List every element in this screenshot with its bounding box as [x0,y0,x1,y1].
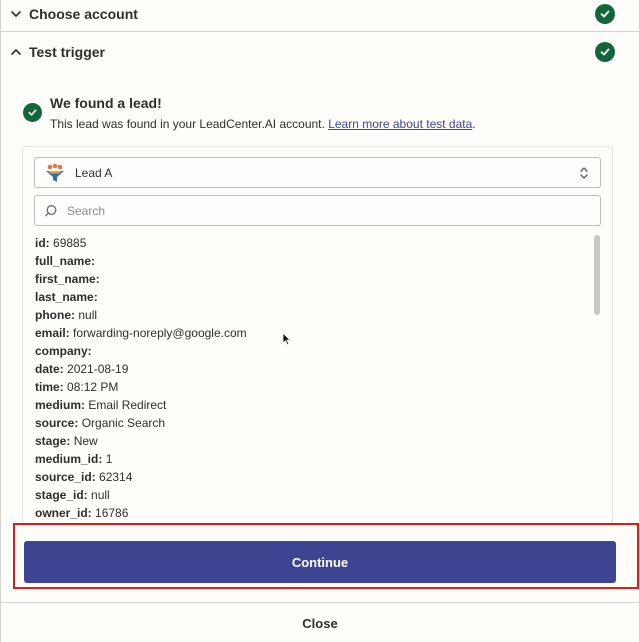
continue-button[interactable]: Continue [24,541,616,583]
field-value: 62314 [99,470,133,484]
continue-highlight: Continue [13,523,639,589]
field-value: Organic Search [81,416,166,430]
continue-label: Continue [291,554,349,570]
field-value: Email Redirect [88,398,167,412]
field-key: stage: [35,434,71,448]
field-key: date: [35,362,64,376]
field-value: 16786 [95,506,129,520]
lead-field-row: source_id: 62314 [35,468,585,486]
lead-field-row: stage: New [35,432,585,450]
learn-more-link[interactable]: Learn more about test data [328,117,472,131]
field-value: null [78,308,98,322]
lead-field-row: full_name: [35,252,585,270]
field-value: null [91,488,110,502]
field-key: medium: [35,398,86,412]
field-value: 08:12 PM [67,380,119,394]
result-description: This lead was found in your LeadCenter.A… [50,116,476,132]
field-key: source_id: [35,470,96,484]
search-input[interactable] [65,202,569,219]
field-key: medium_id: [35,452,103,466]
lead-field-row: medium_id: 1 [35,450,585,468]
lead-field-row: last_name: [35,288,585,306]
field-value: forwarding-noreply@google.com [73,326,247,340]
choose-account-title: Choose account [29,5,138,22]
lead-field-row: owner_id: 16786 [35,504,585,522]
field-key: id: [35,236,50,250]
result-description-trailing: . [472,117,476,131]
complete-check-icon [595,3,615,24]
lead-field-row: id: 69885 [35,234,585,252]
field-value: 69885 [53,236,87,250]
test-result-message: We found a lead! This lead was found in … [23,94,476,132]
complete-check-icon [595,42,615,62]
search-icon [44,204,58,218]
test-trigger-section[interactable]: Test trigger [1,34,639,70]
lead-field-row: source: Organic Search [35,414,585,432]
test-data-panel: Lead A id: 69885 full_name: first_name: l… [22,146,613,526]
result-description-text: This lead was found in your LeadCenter.A… [50,117,325,131]
lead-field-row: stage_id: null [35,486,585,504]
field-key: owner_id: [35,506,92,520]
test-trigger-title: Test trigger [29,44,105,60]
field-key: full_name: [35,254,96,268]
select-arrows-icon [578,165,590,186]
field-value: 2021-08-19 [67,362,129,376]
field-key: first_name: [35,272,100,286]
mouse-cursor-icon [282,332,292,351]
zap-step-panel: Choose account Test trigger We found a l… [0,0,640,642]
selected-lead: Lead A [75,165,113,180]
close-button[interactable]: Close [1,602,639,642]
lead-field-list: id: 69885 full_name: first_name: last_nam… [35,234,585,522]
field-value: 1 [105,452,113,466]
lead-field-row: first_name: [35,270,585,288]
field-value: New [73,434,98,448]
field-key: stage_id: [35,488,88,502]
chevron-up-icon [9,45,23,59]
lead-field-row: company: [35,342,585,360]
leadcenter-logo-icon [44,162,66,184]
field-key: last_name: [35,290,98,304]
lead-field-row: medium: Email Redirect [35,396,585,414]
field-key: company: [35,344,92,358]
field-key: time: [35,380,64,394]
result-title: We found a lead! [50,95,162,111]
close-label: Close [302,615,338,631]
lead-select[interactable]: Lead A [34,157,601,188]
lead-field-row: phone: null [35,306,585,324]
chevron-down-icon [9,7,23,21]
choose-account-section[interactable]: Choose account [1,0,639,32]
search-field[interactable] [34,195,601,226]
lead-field-row: date: 2021-08-19 [35,360,585,378]
lead-field-row: email: forwarding-noreply@google.com [35,324,585,342]
field-key: source: [35,416,79,430]
lead-field-row: time: 08:12 PM [35,378,585,396]
field-key: email: [35,326,70,340]
scrollbar[interactable] [594,235,600,315]
success-check-icon [23,103,42,122]
field-key: phone: [35,308,75,322]
